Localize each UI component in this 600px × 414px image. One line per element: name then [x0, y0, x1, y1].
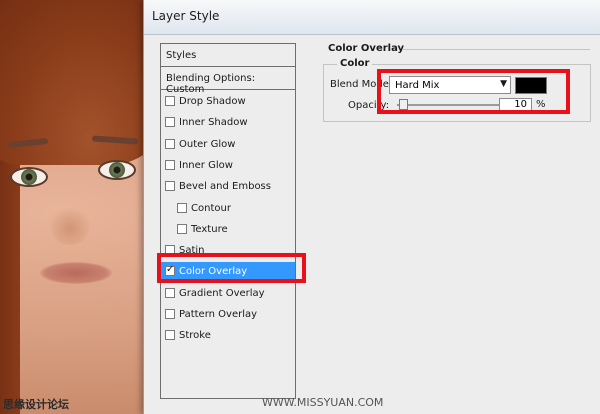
styles-header-label: Styles [166, 50, 197, 61]
checkbox[interactable] [177, 202, 187, 213]
checkbox[interactable] [165, 138, 175, 149]
section-divider [403, 49, 590, 50]
style-item-label: Bevel and Emboss [179, 181, 271, 193]
style-item-label: Stroke [179, 330, 211, 342]
title-bar[interactable]: Layer Style [144, 0, 600, 35]
dialog-title: Layer Style [152, 9, 220, 23]
style-item-bevel-and-emboss[interactable]: Bevel and Emboss [161, 177, 295, 197]
checkbox[interactable] [165, 309, 175, 319]
style-item-pattern-overlay[interactable]: Pattern Overlay [161, 305, 295, 325]
styles-list: Styles Blending Options: Custom Drop Sha… [160, 43, 296, 399]
watermark-left: 思缘设计论坛 [3, 398, 69, 411]
style-item-label: Pattern Overlay [179, 309, 258, 320]
style-item-inner-shadow[interactable]: Inner Shadow [161, 113, 295, 133]
highlight-blend-settings [377, 69, 570, 114]
checkbox[interactable] [165, 117, 175, 128]
color-group-title: Color [337, 58, 373, 69]
checkbox[interactable] [165, 96, 175, 106]
checkbox[interactable] [165, 330, 175, 341]
section-title: Color Overlay [328, 43, 405, 54]
style-item-label: Texture [191, 223, 228, 235]
left-eye [10, 167, 48, 187]
style-item-inner-glow[interactable]: Inner Glow [161, 156, 295, 176]
style-item-gradient-overlay[interactable]: Gradient Overlay [161, 284, 295, 304]
lips [40, 262, 112, 284]
style-item-label: Drop Shadow [179, 96, 246, 107]
right-eye [98, 160, 136, 180]
style-item-drop-shadow[interactable]: Drop Shadow [161, 92, 295, 112]
styles-header[interactable]: Styles [161, 46, 295, 67]
blending-options[interactable]: Blending Options: Custom [161, 69, 295, 95]
watermark-right: WWW.MISSYUAN.COM [262, 396, 384, 409]
style-item-label: Contour [191, 202, 231, 214]
checkbox[interactable] [177, 223, 187, 234]
highlight-color-overlay [157, 253, 306, 283]
layer-style-dialog: Layer Style Styles Blending Options: Cus… [143, 0, 600, 414]
style-item-texture[interactable]: Texture [161, 220, 295, 240]
checkbox[interactable] [165, 159, 175, 170]
checkbox[interactable] [165, 181, 175, 192]
style-item-label: Inner Shadow [179, 117, 248, 129]
style-item-outer-glow[interactable]: Outer Glow [161, 135, 295, 155]
watermark: 思缘设计论坛 WWW.MISSYUAN.COM [0, 393, 600, 414]
nose [50, 205, 90, 245]
style-item-label: Inner Glow [179, 159, 233, 171]
style-item-label: Gradient Overlay [179, 287, 265, 299]
checkbox[interactable] [165, 287, 175, 298]
style-item-contour[interactable]: Contour [161, 199, 295, 219]
style-item-stroke[interactable]: Stroke [161, 326, 295, 346]
style-item-label: Outer Glow [179, 138, 236, 150]
